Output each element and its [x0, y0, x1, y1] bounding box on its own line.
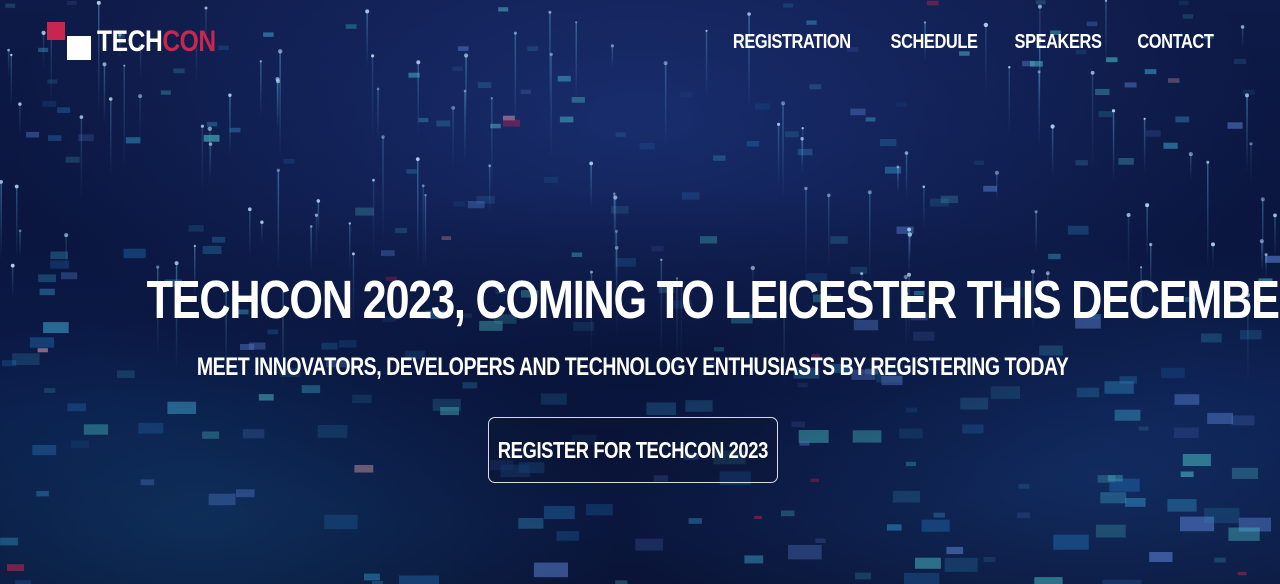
brand-name: TECHCON: [97, 22, 216, 62]
nav-item-contact[interactable]: CONTACT: [1138, 28, 1214, 56]
main-nav: REGISTRATION SCHEDULE SPEAKERS CONTACT: [720, 28, 1222, 56]
logo-squares-icon: [47, 22, 91, 62]
brand-logo[interactable]: TECHCON: [47, 22, 242, 62]
nav-item-registration[interactable]: REGISTRATION: [732, 28, 850, 56]
nav-item-schedule[interactable]: SCHEDULE: [891, 28, 978, 56]
hero-headline: TECHCON 2023, COMING TO LEICESTER THIS D…: [146, 270, 1280, 330]
hero-subheadline: MEET INNOVATORS, DEVELOPERS AND TECHNOLO…: [197, 353, 1069, 381]
register-button[interactable]: REGISTER FOR TECHCON 2023: [488, 417, 778, 483]
register-button-label: REGISTER FOR TECHCON 2023: [497, 436, 769, 463]
brand-name-part1: TECH: [97, 25, 163, 58]
brand-name-part2: CON: [162, 25, 216, 58]
nav-item-speakers[interactable]: SPEAKERS: [1015, 28, 1102, 56]
